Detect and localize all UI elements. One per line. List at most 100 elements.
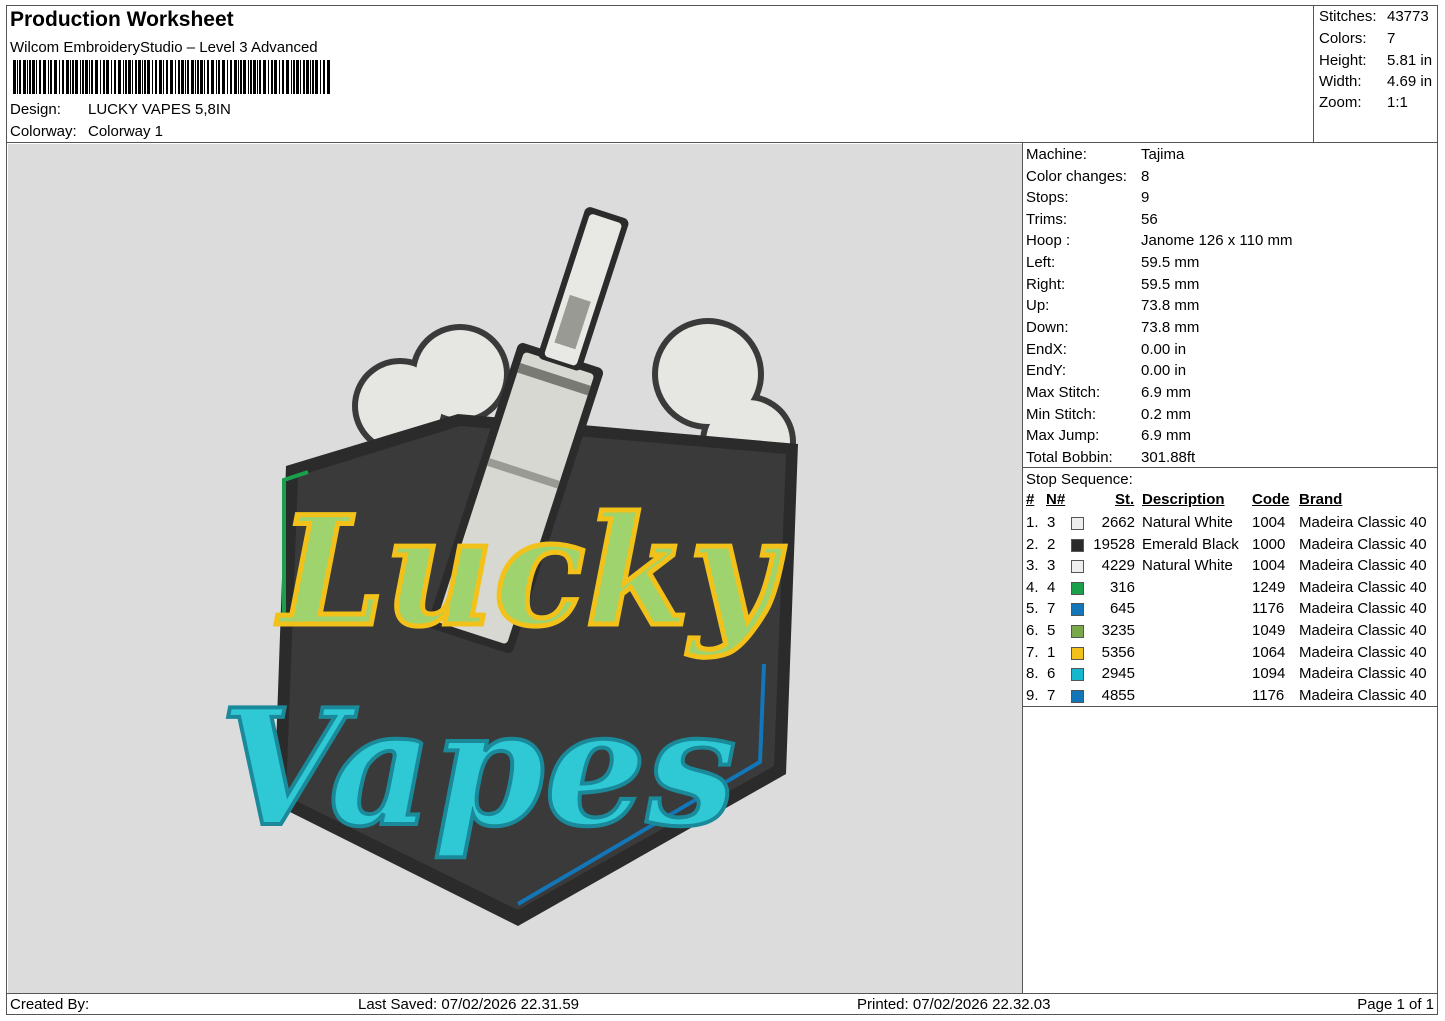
barcode-bar [248, 60, 249, 94]
page-number: Page 1 of 1 [1357, 996, 1434, 1013]
barcode-bar [70, 60, 71, 94]
machine-info-label: Max Jump: [1026, 427, 1100, 444]
table-row: 7. 1 5356 1064 Madeira Classic 40 [1026, 644, 1438, 665]
barcode-bar [50, 60, 52, 94]
barcode-bar [227, 60, 228, 94]
stat-value: 7 [1387, 30, 1396, 47]
barcode-bar [222, 60, 225, 94]
machine-info-value: 9 [1141, 189, 1150, 206]
table-row: 9. 7 4855 1176 Madeira Classic 40 [1026, 687, 1438, 708]
printed-date: Printed: 07/02/2026 22.32.03 [857, 996, 1051, 1013]
barcode-bar [89, 60, 90, 94]
barcode-bar [243, 60, 246, 94]
table-row: 5. 7 645 1176 Madeira Classic 40 [1026, 600, 1438, 621]
barcode-bar [310, 60, 311, 94]
thread-color-swatch [1071, 690, 1084, 703]
barcode-bar [152, 60, 153, 94]
barcode-bar [240, 60, 242, 94]
barcode-bar [75, 60, 78, 94]
stat-label: Width: [1319, 73, 1362, 90]
row-code: 1249 [1252, 579, 1286, 596]
row-needle: 3 [1047, 514, 1056, 531]
barcode-bar [43, 60, 46, 94]
barcode-bar [306, 60, 309, 94]
machine-info-value: 59.5 mm [1141, 254, 1200, 271]
barcode-bar [238, 60, 239, 94]
machine-info-label: Max Stitch: [1026, 384, 1101, 401]
row-stitches: 2662 [1101, 514, 1135, 531]
col-header-stitches: St. [1115, 491, 1135, 508]
row-stitches: 645 [1109, 600, 1135, 617]
stop-sequence-title: Stop Sequence: [1026, 471, 1133, 488]
barcode-bar [138, 60, 141, 94]
thread-color-swatch [1071, 517, 1084, 530]
barcode-bar [282, 60, 284, 94]
row-brand: Madeira Classic 40 [1299, 514, 1427, 531]
row-num: 3. [1026, 557, 1039, 574]
row-code: 1004 [1252, 557, 1286, 574]
machine-info-label: Stops: [1026, 189, 1069, 206]
thread-color-swatch [1071, 582, 1084, 595]
row-brand: Madeira Classic 40 [1299, 687, 1427, 704]
thread-color-swatch [1071, 603, 1084, 616]
row-stitches: 3235 [1101, 622, 1135, 639]
design-label: Design: [10, 101, 61, 118]
machine-info-label: EndX: [1026, 341, 1067, 358]
thread-color-swatch [1071, 668, 1084, 681]
row-stitches: 5356 [1101, 644, 1135, 661]
created-by: Created By: [10, 996, 90, 1013]
machine-info-value: 73.8 mm [1141, 319, 1200, 336]
barcode-bar [82, 60, 84, 94]
row-num: 8. [1026, 665, 1039, 682]
barcode-bar [185, 60, 186, 94]
row-code: 1064 [1252, 644, 1286, 661]
stat-label: Colors: [1319, 30, 1367, 47]
barcode-bar [85, 60, 88, 94]
barcode-bar [300, 60, 301, 94]
row-code: 1049 [1252, 622, 1286, 639]
col-header-num: # [1026, 491, 1035, 508]
barcode-bar [48, 60, 49, 94]
stat-value: 4.69 in [1387, 73, 1433, 90]
barcode-bar [170, 60, 173, 94]
machine-info-label: Color changes: [1026, 168, 1127, 185]
thread-color-swatch [1071, 647, 1084, 660]
machine-info-value: 0.00 in [1141, 362, 1187, 379]
barcode-bar [27, 60, 28, 94]
barcode-bar [163, 60, 164, 94]
embroidery-design: Lucky Vapes [218, 207, 798, 926]
row-stitches: 2945 [1101, 665, 1135, 682]
row-brand: Madeira Classic 40 [1299, 644, 1427, 661]
row-brand: Madeira Classic 40 [1299, 665, 1427, 682]
barcode-bar [197, 60, 199, 94]
barcode-bar [259, 60, 261, 94]
barcode-bar [142, 60, 143, 94]
barcode-bar [286, 60, 289, 94]
table-row: 8. 6 2945 1094 Madeira Classic 40 [1026, 665, 1438, 686]
row-code: 1176 [1252, 600, 1285, 617]
row-stitches: 4855 [1101, 687, 1135, 704]
barcode [13, 60, 330, 94]
stat-value: 5.81 in [1387, 52, 1433, 69]
barcode-bar [32, 60, 35, 94]
col-header-brand: Brand [1299, 491, 1343, 508]
barcode-bar [187, 60, 189, 94]
row-brand: Madeira Classic 40 [1299, 622, 1427, 639]
row-num: 4. [1026, 579, 1039, 596]
table-row: 4. 4 316 1249 Madeira Classic 40 [1026, 579, 1438, 600]
machine-info-label: Min Stitch: [1026, 406, 1097, 423]
barcode-bar [80, 60, 81, 94]
row-needle: 2 [1047, 536, 1056, 553]
row-num: 6. [1026, 622, 1039, 639]
col-header-code: Code [1252, 491, 1290, 508]
design-preview: Lucky Vapes [8, 144, 1022, 993]
row-description: Natural White [1142, 557, 1233, 574]
machine-info-value: 0.2 mm [1141, 406, 1192, 423]
machine-info-value: 0.00 in [1141, 341, 1187, 358]
machine-info-label: Right: [1026, 276, 1066, 293]
barcode-bar [293, 60, 295, 94]
software-name: Wilcom EmbroideryStudio – Level 3 Advanc… [10, 39, 318, 56]
barcode-bar [274, 60, 277, 94]
thread-color-swatch [1071, 539, 1084, 552]
row-stitches: 4229 [1101, 557, 1135, 574]
